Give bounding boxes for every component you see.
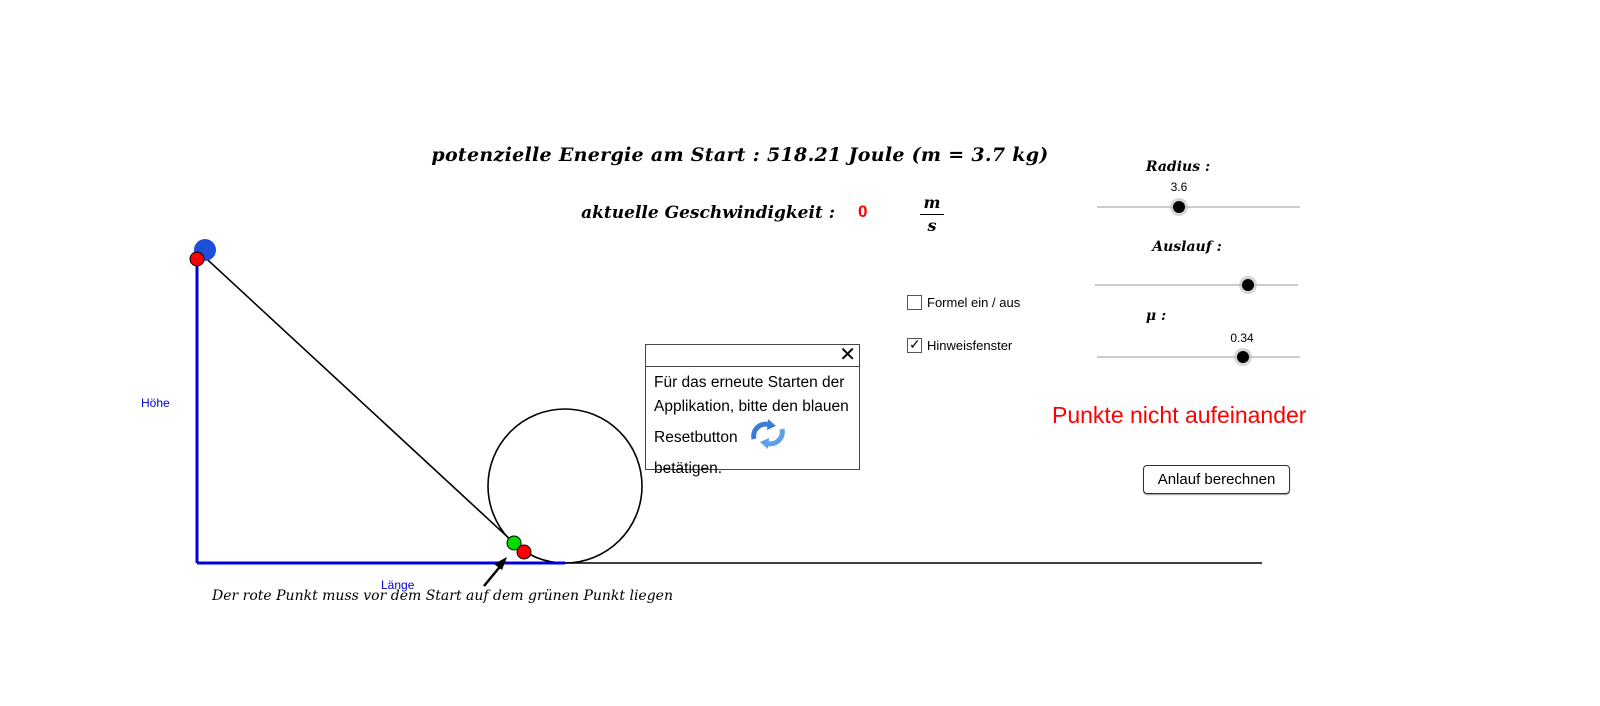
ramp-line — [196, 249, 514, 543]
hint-checkbox[interactable]: ✓ — [907, 336, 922, 353]
hint-line: Applikation, bitte den blauen — [654, 398, 849, 415]
speed-label: aktuelle Geschwindigkeit : — [581, 203, 835, 223]
auslauf-label: Auslauf : — [1152, 239, 1222, 255]
radius-label: Radius : — [1145, 159, 1211, 175]
refresh-icon[interactable] — [748, 419, 788, 457]
close-icon[interactable]: ✕ — [839, 344, 856, 366]
speed-value: 0 — [858, 202, 868, 221]
radius-slider[interactable] — [1097, 198, 1300, 216]
formula-toggle[interactable]: Formel ein / aus — [907, 295, 1020, 310]
hint-window-titlebar: ✕ — [646, 344, 859, 367]
hint-line: betätigen. — [654, 460, 723, 477]
status-message: Punkte nicht aufeinander — [1052, 402, 1307, 428]
formula-checkbox-label: Formel ein / aus — [927, 295, 1021, 310]
unit-numerator: m — [923, 193, 941, 212]
hint-line: Für das erneute Starten der — [654, 374, 845, 391]
unit-denominator: s — [927, 216, 937, 235]
hint-window: ✕ Für das erneute Starten der Applikatio… — [645, 344, 860, 477]
height-axis-label: Höhe — [141, 396, 170, 410]
calculate-run-button[interactable]: Anlauf berechnen — [1143, 465, 1290, 494]
radius-value: 3.6 — [1170, 180, 1188, 194]
mu-value: 0.34 — [1230, 331, 1254, 345]
hint-window-body: Für das erneute Starten der Applikation,… — [646, 367, 859, 481]
auslauf-slider[interactable] — [1095, 276, 1298, 294]
energy-title: potenzielle Energie am Start : 518.21 Jo… — [431, 144, 1049, 166]
speed-unit: m s — [920, 193, 944, 236]
red-end-point[interactable] — [516, 544, 532, 560]
footnote: Der rote Punkt muss vor dem Start auf de… — [212, 588, 673, 604]
hint-line: Resetbutton — [654, 429, 738, 447]
red-start-point[interactable] — [189, 251, 205, 267]
hint-window-toggle[interactable]: ✓ Hinweisfenster — [907, 336, 1013, 353]
checkmark-icon: ✓ — [909, 336, 921, 352]
hint-checkbox-label: Hinweisfenster — [927, 338, 1013, 353]
formula-checkbox[interactable] — [907, 295, 922, 310]
mu-slider[interactable] — [1097, 348, 1300, 366]
fraction-bar — [920, 214, 944, 215]
mu-label: μ : — [1145, 308, 1167, 324]
